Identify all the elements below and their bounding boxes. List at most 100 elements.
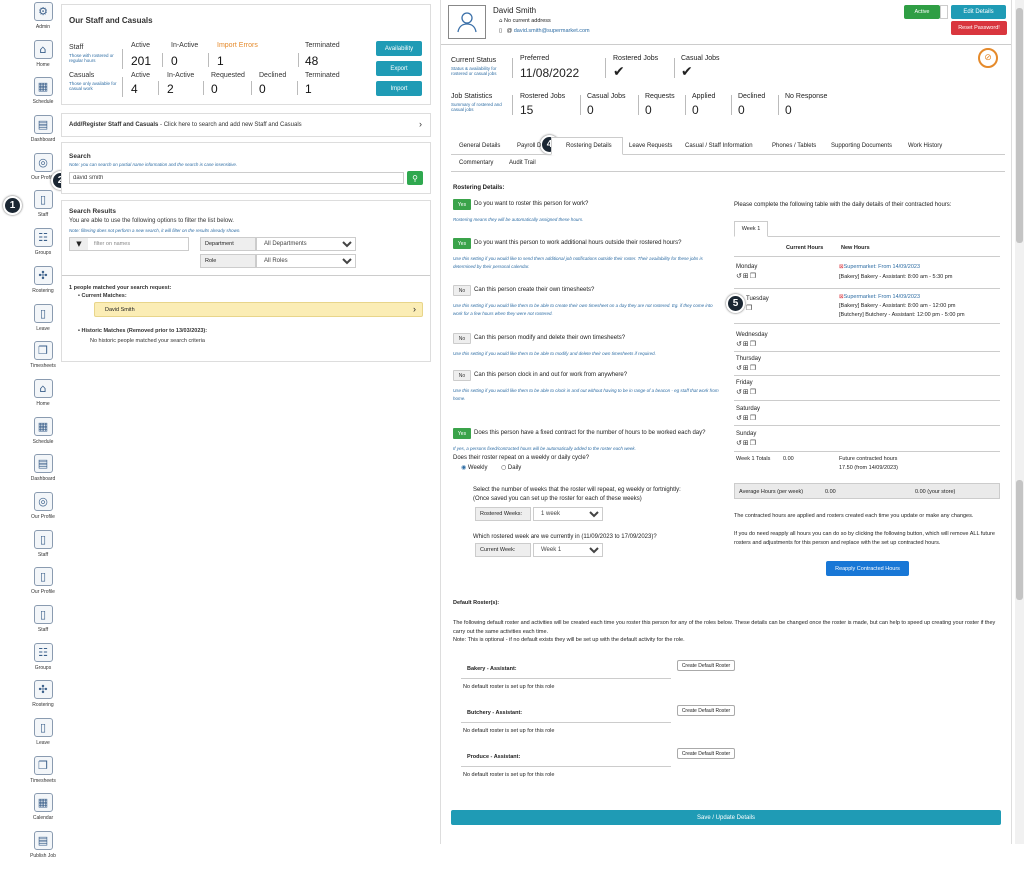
day-actions-icon[interactable]: ↺⊞❐ xyxy=(736,340,757,348)
staff-terminated-count[interactable]: 48 xyxy=(305,54,318,68)
search-icon[interactable]: ⚲ xyxy=(407,171,423,185)
day-actions-icon[interactable]: ↺⊞❐ xyxy=(736,272,757,280)
nav-item-our-profile[interactable]: ▯ Our Profile xyxy=(24,567,62,605)
export-button[interactable]: Export xyxy=(376,61,422,76)
nav-item-leave[interactable]: ▯ Leave xyxy=(24,718,62,756)
nav-item-timesheets[interactable]: ❐ Timesheets xyxy=(24,755,62,794)
nav-item-staff[interactable]: ▯ Staff xyxy=(24,190,62,228)
header-active-2: Active xyxy=(131,72,151,79)
create-default-roster-butchery[interactable]: Create Default Roster xyxy=(677,705,735,716)
toggle-knob[interactable] xyxy=(940,5,948,19)
day-actions-icon[interactable]: ❐ xyxy=(746,304,753,312)
rostered-weeks-select[interactable]: 1 week xyxy=(533,507,603,521)
week-totals-current: 0.00 xyxy=(783,456,794,462)
modify-timesheets-toggle[interactable]: No xyxy=(453,333,471,344)
day-actions-icon[interactable]: ↺⊞❐ xyxy=(736,439,757,447)
radio-checked-icon: ◉ xyxy=(461,464,467,471)
nav-item-staff[interactable]: ▯ Staff xyxy=(24,529,62,568)
tab-payroll[interactable]: Payroll D xyxy=(517,143,541,149)
nav-item-home[interactable]: ⌂ Home xyxy=(24,39,62,78)
weekly-radio[interactable]: ◉ Weekly xyxy=(461,464,487,471)
search-input[interactable] xyxy=(69,172,404,184)
hint-fixed-contract: If yes, a persons fixed/contracted hours… xyxy=(453,446,636,451)
hours-info-2: If you do need reapply all hours you can… xyxy=(734,531,995,546)
nav-item-admin[interactable]: ⚙ Admin xyxy=(24,2,62,40)
create-default-roster-bakery[interactable]: Create Default Roster xyxy=(677,660,735,671)
no-device-icon[interactable]: ⊘ xyxy=(978,48,998,68)
staff-import-errors-count[interactable]: 1 xyxy=(217,54,224,68)
tab-supporting-documents[interactable]: Supporting Documents xyxy=(831,143,892,149)
nav-item-publish-job[interactable]: ▤ Publish Job xyxy=(24,831,62,869)
search-results-card: Search Results You are able to use the f… xyxy=(61,200,431,362)
role-select[interactable]: All Roles xyxy=(256,254,356,268)
tab-leave-requests[interactable]: Leave Requests xyxy=(629,143,672,149)
tab-rostering-details[interactable]: Rostering Details xyxy=(551,137,623,155)
day-actions-icon[interactable]: ↺⊞❐ xyxy=(736,414,757,422)
nav-item-dashboard[interactable]: ▤ Dashboard xyxy=(24,454,62,492)
nav-item-schedule[interactable]: ▦ Schedule xyxy=(24,77,62,115)
nav-item-staff[interactable]: ▯ Staff xyxy=(24,605,62,643)
availability-button[interactable]: Availability xyxy=(376,41,422,56)
active-toggle[interactable]: Active xyxy=(904,5,940,19)
additional-hours-toggle[interactable]: Yes xyxy=(453,238,471,249)
nav-item-rostering[interactable]: ✣ Rostering xyxy=(24,265,62,304)
tab-work-history[interactable]: Work History xyxy=(908,143,942,149)
nav-item-home[interactable]: ⌂ Home xyxy=(24,378,62,417)
tab-casual-staff-info[interactable]: Casual / Staff Information xyxy=(685,143,753,149)
create-timesheets-toggle[interactable]: No xyxy=(453,285,471,296)
reset-password-button[interactable]: Reset Password! xyxy=(951,21,1007,35)
fixed-contract-toggle[interactable]: Yes xyxy=(453,428,471,439)
nav-item-rostering[interactable]: ✣ Rostering xyxy=(24,680,62,718)
daily-radio[interactable]: ○ Daily xyxy=(501,464,521,471)
cas-active-count[interactable]: 4 xyxy=(131,82,138,96)
stat-requests-value: 0 xyxy=(645,103,652,117)
staff-active-count[interactable]: 201 xyxy=(131,54,151,68)
nav-item-leave[interactable]: ▯ Leave xyxy=(24,303,62,342)
reapply-hours-button[interactable]: Reapply Contracted Hours xyxy=(826,561,909,576)
name-filter[interactable]: ▼ filter on names xyxy=(69,237,189,251)
day-actions-icon[interactable]: ↺⊞❐ xyxy=(736,388,757,396)
scrollbar-thumb[interactable] xyxy=(1016,8,1023,243)
cas-declined-count[interactable]: 0 xyxy=(259,82,266,96)
staff-inactive-count[interactable]: 0 xyxy=(171,54,178,68)
nav-label: Groups xyxy=(34,664,52,671)
add-register-bar[interactable]: Add/Register Staff and Casuals - Click h… xyxy=(61,113,431,137)
hint-clock-anywhere: Use this setting if you would like them … xyxy=(453,388,719,401)
nav-item-timesheets[interactable]: ❐ Timesheets xyxy=(24,341,62,379)
edit-details-button[interactable]: Edit Details xyxy=(951,5,1006,19)
tab-phones-tablets[interactable]: Phones / Tablets xyxy=(772,143,816,149)
clock-anywhere-toggle[interactable]: No xyxy=(453,370,471,381)
tab-commentary[interactable]: Commentary xyxy=(459,160,493,166)
person-row-david-smith[interactable]: David Smith › xyxy=(94,302,423,317)
nav-item-groups[interactable]: ☷ Groups xyxy=(24,642,62,681)
hint-create-timesheets: Use this setting if you would like them … xyxy=(453,303,713,316)
cas-terminated-count[interactable]: 1 xyxy=(305,82,312,96)
nav-label: Groups xyxy=(34,250,52,257)
search-card: Search Note: you can search on partial n… xyxy=(61,142,431,194)
nav-item-groups[interactable]: ☷ Groups xyxy=(24,228,62,266)
roster-toggle[interactable]: Yes xyxy=(453,199,471,210)
nav-item-schedule[interactable]: ▦ Schedule xyxy=(24,416,62,455)
tab-week-1[interactable]: Week 1 xyxy=(734,221,768,237)
department-select[interactable]: All Departments xyxy=(256,237,356,251)
header-import-errors[interactable]: Import Errors xyxy=(217,42,258,49)
import-button[interactable]: Import xyxy=(376,81,422,96)
job-stats-sub: Summary of rostered and casual jobs xyxy=(451,102,502,112)
email[interactable]: ▯ @ david.smith@supermarket.com xyxy=(499,28,590,34)
cas-inactive-count[interactable]: 2 xyxy=(167,82,174,96)
create-default-roster-produce[interactable]: Create Default Roster xyxy=(677,748,735,759)
day-actions-icon[interactable]: ↺⊞❐ xyxy=(736,364,757,372)
current-week-select[interactable]: Week 1 xyxy=(533,543,603,557)
tab-general-details[interactable]: General Details xyxy=(459,143,500,149)
save-update-button[interactable]: Save / Update Details xyxy=(451,810,1001,825)
scrollbar-thumb[interactable] xyxy=(1016,480,1023,600)
nav-item-our-profile[interactable]: ◎ Our Profile xyxy=(24,491,62,530)
nav-item-dashboard[interactable]: ▤ Dashboard xyxy=(24,115,62,153)
nav-item-calendar[interactable]: ▦ Calendar xyxy=(24,793,62,831)
cas-requested-count[interactable]: 0 xyxy=(211,82,218,96)
tab-audit-trail[interactable]: Audit Trail xyxy=(509,160,536,166)
role-produce-none: No default roster is set up for this rol… xyxy=(463,772,555,778)
casuals-sub: Those only available for casual work xyxy=(69,81,117,91)
avg-value: 0.00 xyxy=(825,489,836,495)
nav-label: Leave xyxy=(36,325,50,332)
